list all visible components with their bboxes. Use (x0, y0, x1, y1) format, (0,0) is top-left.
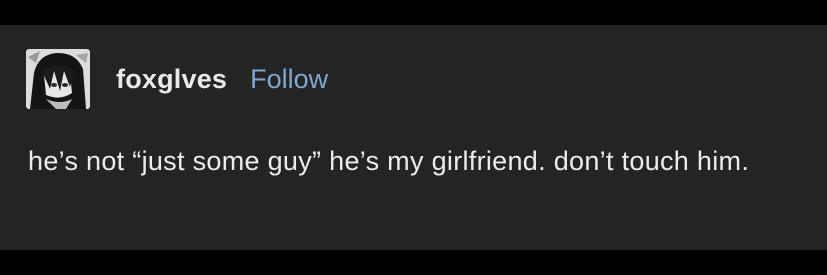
follow-button[interactable]: Follow (250, 64, 328, 95)
avatar[interactable] (26, 49, 90, 109)
anime-avatar-icon (26, 49, 90, 109)
post-card: foxglves Follow he’s not “just some guy”… (0, 25, 827, 250)
screenshot-frame: foxglves Follow he’s not “just some guy”… (0, 0, 827, 275)
post-body-text: he’s not “just some guy” he’s my girlfri… (28, 146, 750, 176)
username[interactable]: foxglves (116, 64, 227, 95)
post-header: foxglves Follow (26, 49, 328, 109)
